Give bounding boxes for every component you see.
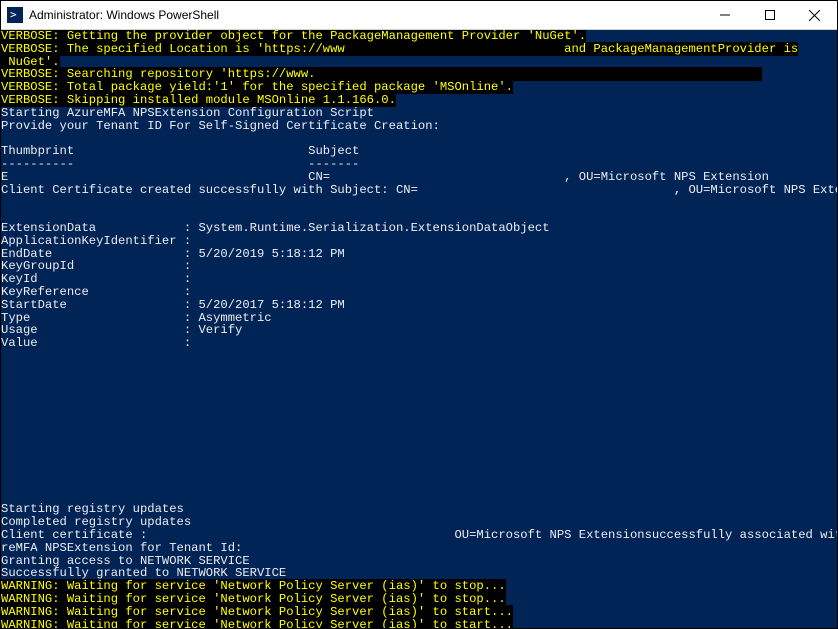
console-output[interactable]: VERBOSE: Getting the provider object for… — [1, 30, 837, 628]
titlebar[interactable]: Administrator: Windows PowerShell — [1, 1, 837, 30]
console-text: Client Certificate created successfully … — [1, 183, 837, 197]
console-text: VERBOSE: The specified Location is 'http… — [1, 42, 798, 56]
window-title: Administrator: Windows PowerShell — [29, 8, 702, 22]
minimize-button[interactable] — [702, 1, 747, 29]
close-icon — [809, 10, 820, 21]
console-text: WARNING: Waiting for service 'Network Po… — [1, 618, 513, 628]
console-line — [1, 427, 837, 440]
console-line: VERBOSE: The specified Location is 'http… — [1, 43, 837, 56]
console-line — [1, 401, 837, 414]
console-line — [1, 465, 837, 478]
console-text: WARNING: Waiting for service 'Network Po… — [1, 605, 513, 619]
console-line — [1, 363, 837, 376]
powershell-icon — [7, 7, 23, 23]
console-line: Provide your Tenant ID For Self-Signed C… — [1, 120, 837, 133]
console-text: Provide your Tenant ID For Self-Signed C… — [1, 119, 440, 133]
close-button[interactable] — [792, 1, 837, 29]
console-line — [1, 414, 837, 427]
console-line: VERBOSE: Getting the provider object for… — [1, 30, 837, 43]
console-line — [1, 452, 837, 465]
console-line: WARNING: Waiting for service 'Network Po… — [1, 606, 837, 619]
console-line — [1, 376, 837, 389]
console-line — [1, 440, 837, 453]
console-line — [1, 388, 837, 401]
console-line: WARNING: Waiting for service 'Network Po… — [1, 593, 837, 606]
maximize-icon — [765, 10, 775, 20]
console-line — [1, 350, 837, 363]
powershell-window: Administrator: Windows PowerShell VERBOS… — [0, 0, 838, 629]
maximize-button[interactable] — [747, 1, 792, 29]
console-line: Value : — [1, 337, 837, 350]
console-text: Value : — [1, 336, 191, 350]
console-line — [1, 196, 837, 209]
console-line: Client Certificate created successfully … — [1, 184, 837, 197]
minimize-icon — [720, 10, 730, 20]
console-line — [1, 478, 837, 491]
console-text: WARNING: Waiting for service 'Network Po… — [1, 592, 506, 606]
console-line: WARNING: Waiting for service 'Network Po… — [1, 619, 837, 628]
window-controls — [702, 1, 837, 29]
